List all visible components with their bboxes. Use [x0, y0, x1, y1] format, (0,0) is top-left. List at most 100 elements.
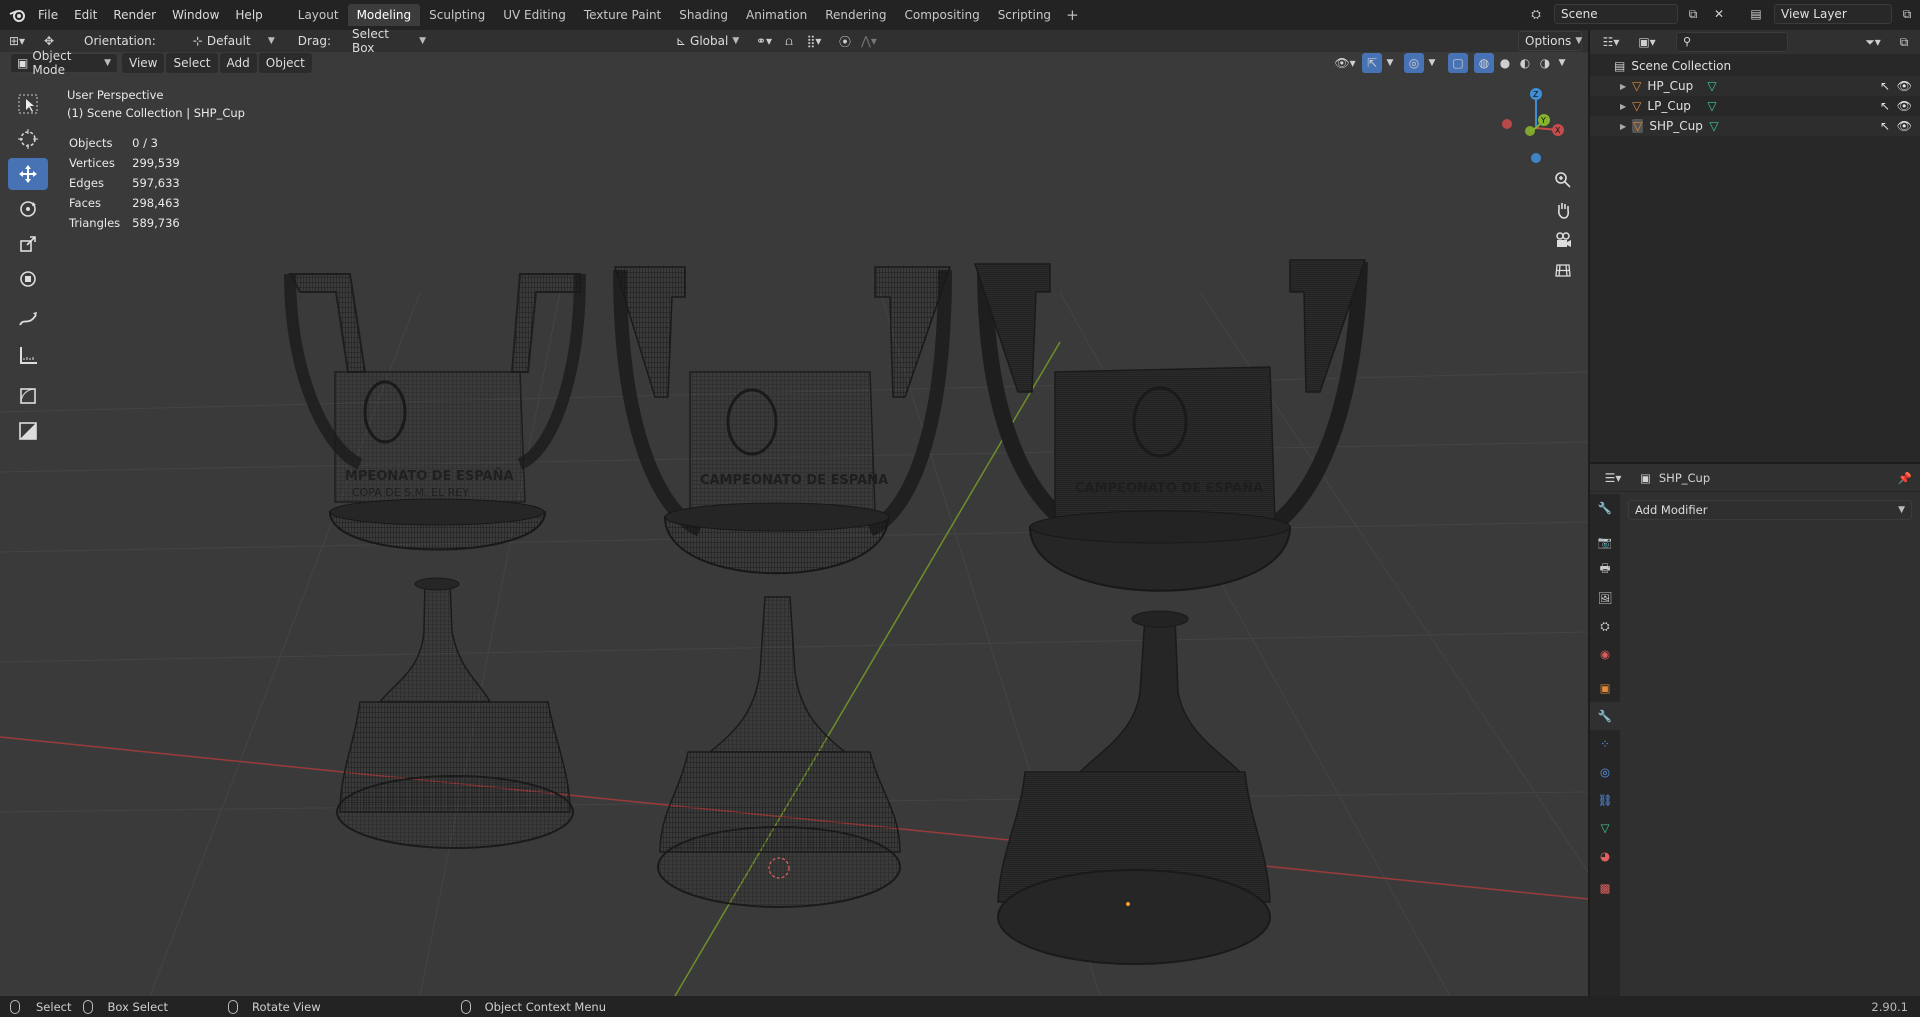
- pivot-point-icon[interactable]: ⚭▾: [749, 31, 779, 51]
- menu-window[interactable]: Window: [164, 3, 227, 27]
- menu-object[interactable]: Object: [258, 53, 312, 73]
- add-workspace-button[interactable]: +: [1060, 6, 1085, 24]
- view-layer-field[interactable]: View Layer: [1774, 4, 1892, 24]
- cursor-tool-button[interactable]: [8, 123, 48, 155]
- falloff-icon[interactable]: ⋀▾: [855, 31, 883, 51]
- visibility-eye-icon[interactable]: 👁: [1897, 99, 1912, 113]
- shading-dropdown-icon[interactable]: ▼: [1556, 53, 1568, 73]
- navigation-gizmo[interactable]: Z Y X: [1498, 86, 1568, 166]
- properties-editor-type-icon[interactable]: ☰▾: [1598, 468, 1628, 488]
- scene-name-field[interactable]: Scene: [1554, 4, 1678, 24]
- outliner-item-lp-cup[interactable]: ▶ ▽ LP_Cup ▽ ↖ 👁: [1590, 96, 1920, 116]
- outliner-root-row[interactable]: ▤ Scene Collection: [1590, 56, 1920, 76]
- tab-view-layer[interactable]: 🖼: [1590, 584, 1620, 612]
- camera-view-icon[interactable]: [1548, 226, 1578, 254]
- zoom-icon[interactable]: [1548, 166, 1578, 194]
- selectable-arrow-icon[interactable]: ↖: [1880, 79, 1890, 93]
- outliner-item-hp-cup[interactable]: ▶ ▽ HP_Cup ▽ ↖ 👁: [1590, 76, 1920, 96]
- solid-shading-icon[interactable]: ●: [1496, 53, 1514, 73]
- tab-constraints[interactable]: ⛓: [1590, 786, 1620, 814]
- cup-hp[interactable]: MPEONATO DE ESPAÑA COPA DE S.M. EL REY: [284, 273, 586, 849]
- mode-dropdown[interactable]: ▣ Object Mode ▼: [10, 49, 118, 77]
- blender-logo-icon[interactable]: [6, 5, 30, 25]
- tab-particles[interactable]: ⁘: [1590, 730, 1620, 758]
- visibility-eye-icon[interactable]: 👁: [1897, 119, 1912, 133]
- selectable-arrow-icon[interactable]: ↖: [1880, 99, 1890, 113]
- pan-hand-icon[interactable]: [1548, 196, 1578, 224]
- tab-compositing[interactable]: Compositing: [895, 4, 988, 26]
- tab-scripting[interactable]: Scripting: [989, 4, 1060, 26]
- pin-icon[interactable]: 📌: [1898, 471, 1912, 485]
- display-mode-icon[interactable]: ▣▾: [1632, 32, 1662, 52]
- cup-lp[interactable]: CAMPEONATO DE ESPAÑA: [613, 266, 952, 908]
- tab-object[interactable]: ▣: [1590, 674, 1620, 702]
- material-shading-icon[interactable]: ◐: [1516, 53, 1534, 73]
- filter-icon[interactable]: ⏷▾: [1858, 32, 1888, 52]
- expand-arrow-icon[interactable]: ▶: [1620, 82, 1626, 91]
- scale-tool-button[interactable]: [8, 228, 48, 260]
- menu-file[interactable]: File: [30, 3, 66, 27]
- tab-rendering[interactable]: Rendering: [816, 4, 895, 26]
- tab-world[interactable]: ◉: [1590, 640, 1620, 668]
- ortho-grid-icon[interactable]: [1548, 256, 1578, 284]
- rotate-tool-button[interactable]: [8, 193, 48, 225]
- xray-icon[interactable]: ▢: [1448, 53, 1468, 73]
- tab-data[interactable]: ▽: [1590, 814, 1620, 842]
- select-tool-button[interactable]: [8, 88, 48, 120]
- measure-tool-button[interactable]: [8, 339, 48, 371]
- snap-magnet-icon[interactable]: ⩍: [779, 31, 799, 51]
- tab-shading[interactable]: Shading: [670, 4, 737, 26]
- outliner-item-shp-cup[interactable]: ▶ ▽ SHP_Cup ▽ ↖ 👁: [1590, 116, 1920, 136]
- wireframe-shading-icon[interactable]: ◍: [1474, 53, 1494, 73]
- visibility-eye-icon[interactable]: 👁▾: [1330, 53, 1360, 73]
- orientation-dropdown[interactable]: ⊹ Default ▼: [185, 31, 282, 51]
- add-cube-tool-button[interactable]: [8, 380, 48, 412]
- menu-add[interactable]: Add: [219, 53, 257, 73]
- tab-texture[interactable]: ▩: [1590, 874, 1620, 902]
- tab-physics[interactable]: ◎: [1590, 758, 1620, 786]
- visibility-eye-icon[interactable]: 👁: [1897, 79, 1912, 93]
- tab-uv-editing[interactable]: UV Editing: [494, 4, 575, 26]
- expand-arrow-icon[interactable]: ▶: [1620, 122, 1626, 131]
- move-tool-button[interactable]: [8, 158, 48, 190]
- new-collection-icon[interactable]: ⧉: [1894, 32, 1914, 52]
- new-scene-icon[interactable]: ⧉: [1682, 4, 1704, 24]
- overlays-dropdown-icon[interactable]: ▼: [1426, 53, 1438, 73]
- menu-help[interactable]: Help: [227, 3, 270, 27]
- transform-orientation-dropdown[interactable]: ⊾ Global ▼: [668, 31, 741, 51]
- tab-modeling[interactable]: Modeling: [347, 4, 421, 26]
- menu-view[interactable]: View: [122, 53, 165, 73]
- snap-target-icon[interactable]: ⣿▾: [799, 31, 829, 51]
- 3d-viewport[interactable]: MPEONATO DE ESPAÑA COPA DE S.M. EL REY C…: [0, 52, 1588, 996]
- expand-arrow-icon[interactable]: ▶: [1620, 102, 1626, 111]
- overlays-toggle-icon[interactable]: ◎: [1404, 53, 1424, 73]
- tab-layout[interactable]: Layout: [289, 4, 348, 26]
- tab-scene[interactable]: ⛭: [1590, 612, 1620, 640]
- menu-render[interactable]: Render: [105, 3, 164, 27]
- view-layer-icon[interactable]: ▤: [1742, 4, 1770, 24]
- tab-texture-paint[interactable]: Texture Paint: [575, 4, 670, 26]
- new-view-layer-icon[interactable]: ⧉: [1896, 4, 1918, 24]
- tab-tool[interactable]: 🔧: [1590, 494, 1620, 522]
- rendered-shading-icon[interactable]: ◑: [1536, 53, 1554, 73]
- add-primitive-tool-button[interactable]: [8, 415, 48, 447]
- add-modifier-dropdown[interactable]: Add Modifier ▼: [1628, 500, 1912, 520]
- scene-icon[interactable]: ⛭: [1522, 4, 1550, 24]
- gizmo-dropdown-icon[interactable]: ▼: [1384, 53, 1396, 73]
- annotate-tool-button[interactable]: [8, 304, 48, 336]
- tab-material[interactable]: ◕: [1590, 842, 1620, 870]
- drag-dropdown[interactable]: Select Box ▼: [344, 27, 433, 55]
- delete-scene-icon[interactable]: ✕: [1708, 4, 1730, 24]
- menu-edit[interactable]: Edit: [66, 3, 105, 27]
- options-dropdown[interactable]: Options ▼: [1518, 31, 1582, 51]
- cup-shp[interactable]: CAMPEONATO DE ESPAÑA: [973, 259, 1368, 965]
- selectable-arrow-icon[interactable]: ↖: [1880, 119, 1890, 133]
- outliner-search-input[interactable]: ⚲: [1676, 32, 1788, 52]
- tab-render[interactable]: 📷: [1590, 528, 1620, 556]
- proportional-edit-icon[interactable]: ⦿: [835, 31, 855, 51]
- tab-output[interactable]: 🖶: [1590, 556, 1620, 584]
- tab-modifiers[interactable]: 🔧: [1590, 702, 1620, 730]
- transform-tool-button[interactable]: [8, 263, 48, 295]
- menu-select[interactable]: Select: [166, 53, 218, 73]
- editor-type-icon[interactable]: ⊞▾: [0, 31, 34, 51]
